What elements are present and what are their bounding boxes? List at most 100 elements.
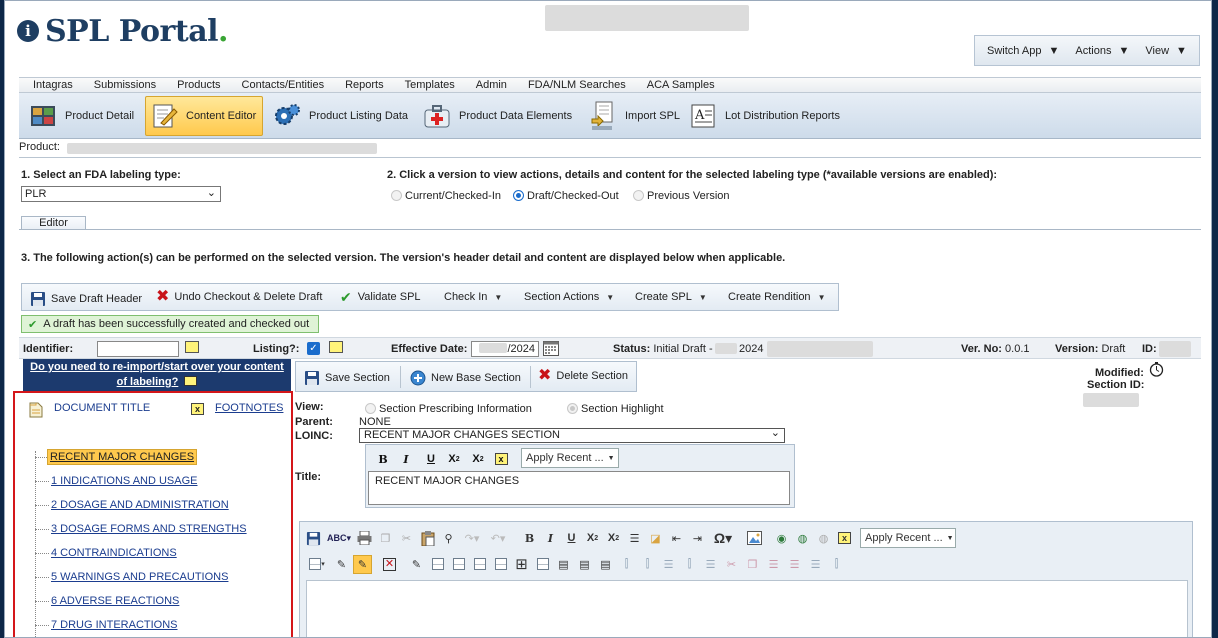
undo-checkout-button[interactable]: ✖ Undo Checkout & Delete Draft (156, 289, 322, 305)
link-globe-icon[interactable]: ◉ (772, 529, 791, 548)
delete-column-icon[interactable]: ⫿ (680, 555, 699, 574)
paste-row-before-icon[interactable]: ☰ (764, 555, 783, 574)
bulleted-list-icon[interactable]: ☰ (625, 529, 644, 548)
footnote-x-icon[interactable]: x (492, 450, 510, 468)
image-icon[interactable] (745, 529, 764, 548)
calendar-icon[interactable] (543, 341, 559, 356)
subscript-icon[interactable]: X2 (583, 529, 602, 548)
new-base-section-button[interactable]: New Base Section (410, 370, 521, 386)
tree-item[interactable]: 1 INDICATIONS AND USAGE (51, 475, 198, 487)
lot-distribution-reports-button[interactable]: A Lot Distribution Reports (683, 96, 846, 136)
insert-column-after-icon[interactable]: ⫿ (638, 555, 657, 574)
bold-icon[interactable]: B (374, 450, 392, 468)
note-icon[interactable] (184, 376, 198, 386)
menu-aca-samples[interactable]: ACA Samples (647, 79, 715, 91)
table-row-icon[interactable] (428, 555, 447, 574)
copy-icon[interactable]: ❐ (376, 529, 395, 548)
table-split-icon[interactable] (491, 555, 510, 574)
subscript-icon[interactable]: X2 (445, 450, 463, 468)
save-draft-header-button[interactable]: Save Draft Header (30, 291, 142, 307)
apply-recent-dropdown[interactable]: Apply Recent ... ▼ (521, 448, 619, 468)
view-prescribing-radio[interactable]: Section Prescribing Information (365, 403, 532, 415)
globe-icon[interactable]: ◍ (793, 529, 812, 548)
loinc-select[interactable]: RECENT MAJOR CHANGES SECTION ⌄ (359, 427, 785, 443)
product-data-elements-button[interactable]: Product Data Elements (417, 96, 578, 136)
menu-products[interactable]: Products (177, 79, 220, 91)
find-icon[interactable]: ⚲ (439, 529, 458, 548)
bold-icon[interactable]: B (520, 529, 539, 548)
create-rendition-menu[interactable]: Create Rendition ▼ (728, 291, 825, 303)
merge-cells-icon[interactable]: ☰ (806, 555, 825, 574)
note-icon[interactable] (329, 341, 343, 353)
import-spl-button[interactable]: Import SPL (583, 96, 686, 136)
indent-icon[interactable]: ⇥ (688, 529, 707, 548)
check-in-menu[interactable]: Check In ▼ (444, 291, 502, 303)
save-icon[interactable] (304, 529, 323, 548)
menu-admin[interactable]: Admin (476, 79, 507, 91)
version-current-radio[interactable]: Current/Checked-In (391, 190, 501, 202)
italic-icon[interactable]: I (397, 450, 415, 468)
tree-item[interactable]: 3 DOSAGE FORMS AND STRENGTHS (51, 523, 247, 535)
actions-menu[interactable]: Actions ▼ (1075, 45, 1129, 57)
validate-spl-button[interactable]: ✔ Validate SPL (340, 290, 421, 304)
product-listing-data-button[interactable]: Product Listing Data (267, 96, 414, 136)
eraser-icon[interactable]: ◪ (646, 529, 665, 548)
align-center-icon[interactable]: ▤ (575, 555, 594, 574)
product-detail-button[interactable]: Product Detail (23, 96, 140, 136)
labeling-type-select[interactable]: PLR ⌄ (21, 186, 221, 202)
identifier-input[interactable] (97, 341, 179, 357)
version-previous-radio[interactable]: Previous Version (633, 190, 730, 202)
outdent-icon[interactable]: ⇤ (667, 529, 686, 548)
copy-row-icon[interactable]: ❐ (743, 555, 762, 574)
cell-properties-icon[interactable]: ✎ (407, 555, 426, 574)
paste-icon[interactable] (418, 529, 437, 548)
menu-fda-nlm-searches[interactable]: FDA/NLM Searches (528, 79, 626, 91)
cut-icon[interactable]: ✂ (397, 529, 416, 548)
menu-reports[interactable]: Reports (345, 79, 384, 91)
logo[interactable]: i SPL Portal . (17, 11, 228, 51)
create-spl-menu[interactable]: Create SPL ▼ (635, 291, 707, 303)
content-editor-button[interactable]: Content Editor (145, 96, 263, 136)
note-icon[interactable] (185, 341, 199, 353)
view-menu[interactable]: View ▼ (1145, 45, 1187, 57)
menu-submissions[interactable]: Submissions (94, 79, 156, 91)
insert-row-after-icon[interactable]: ☰ (701, 555, 720, 574)
insert-row-before-icon[interactable]: ☰ (659, 555, 678, 574)
print-icon[interactable] (355, 529, 374, 548)
tree-item[interactable]: 5 WARNINGS AND PRECAUTIONS (51, 571, 228, 583)
paste-row-after-icon[interactable]: ☰ (785, 555, 804, 574)
table-cell-icon[interactable] (470, 555, 489, 574)
delete-section-button[interactable]: ✖ Delete Section (538, 368, 628, 384)
save-section-button[interactable]: Save Section (304, 370, 390, 386)
tree-item-selected[interactable]: RECENT MAJOR CHANGES (47, 449, 198, 465)
editor-content-area[interactable] (306, 580, 1188, 637)
effective-date-input[interactable]: /2024 (471, 341, 539, 357)
listing-checkbox[interactable]: ✓ (307, 342, 320, 355)
switch-app-menu[interactable]: Switch App ▼ (987, 45, 1059, 57)
underline-icon[interactable]: U (562, 529, 581, 548)
menu-intagras[interactable]: Intagras (33, 79, 73, 91)
unlink-globe-icon[interactable]: ◍ (814, 529, 833, 548)
split-cells-icon[interactable]: ⫿ (827, 555, 846, 574)
tab-editor[interactable]: Editor (21, 216, 86, 230)
table-icon[interactable]: ▾ (304, 555, 330, 574)
cut-row-icon[interactable]: ✂ (722, 555, 741, 574)
menu-templates[interactable]: Templates (405, 79, 455, 91)
tree-item[interactable]: 6 ADVERSE REACTIONS (51, 595, 179, 607)
tree-item[interactable]: 4 CONTRAINDICATIONS (51, 547, 177, 559)
delete-table-icon[interactable]: ✕ (380, 555, 399, 574)
view-highlight-radio[interactable]: Section Highlight (567, 403, 664, 415)
special-character-icon[interactable]: Ω▾ (709, 529, 737, 548)
underline-icon[interactable]: U (422, 450, 440, 468)
footnote-x-icon[interactable]: x (835, 529, 854, 548)
edit-table-icon[interactable]: ✎ (332, 555, 351, 574)
tree-item[interactable]: 7 DRUG INTERACTIONS (51, 619, 178, 631)
spellcheck-icon[interactable]: ABC▾ (325, 529, 353, 548)
menu-contacts-entities[interactable]: Contacts/Entities (242, 79, 325, 91)
undo-icon[interactable]: ↶▾ (486, 529, 510, 548)
table-grid-icon[interactable]: ⊞ (512, 555, 531, 574)
version-draft-radio[interactable]: Draft/Checked-Out (513, 190, 619, 202)
tree-item[interactable]: 2 DOSAGE AND ADMINISTRATION (51, 499, 229, 511)
superscript-icon[interactable]: X2 (604, 529, 623, 548)
section-actions-menu[interactable]: Section Actions ▼ (524, 291, 614, 303)
